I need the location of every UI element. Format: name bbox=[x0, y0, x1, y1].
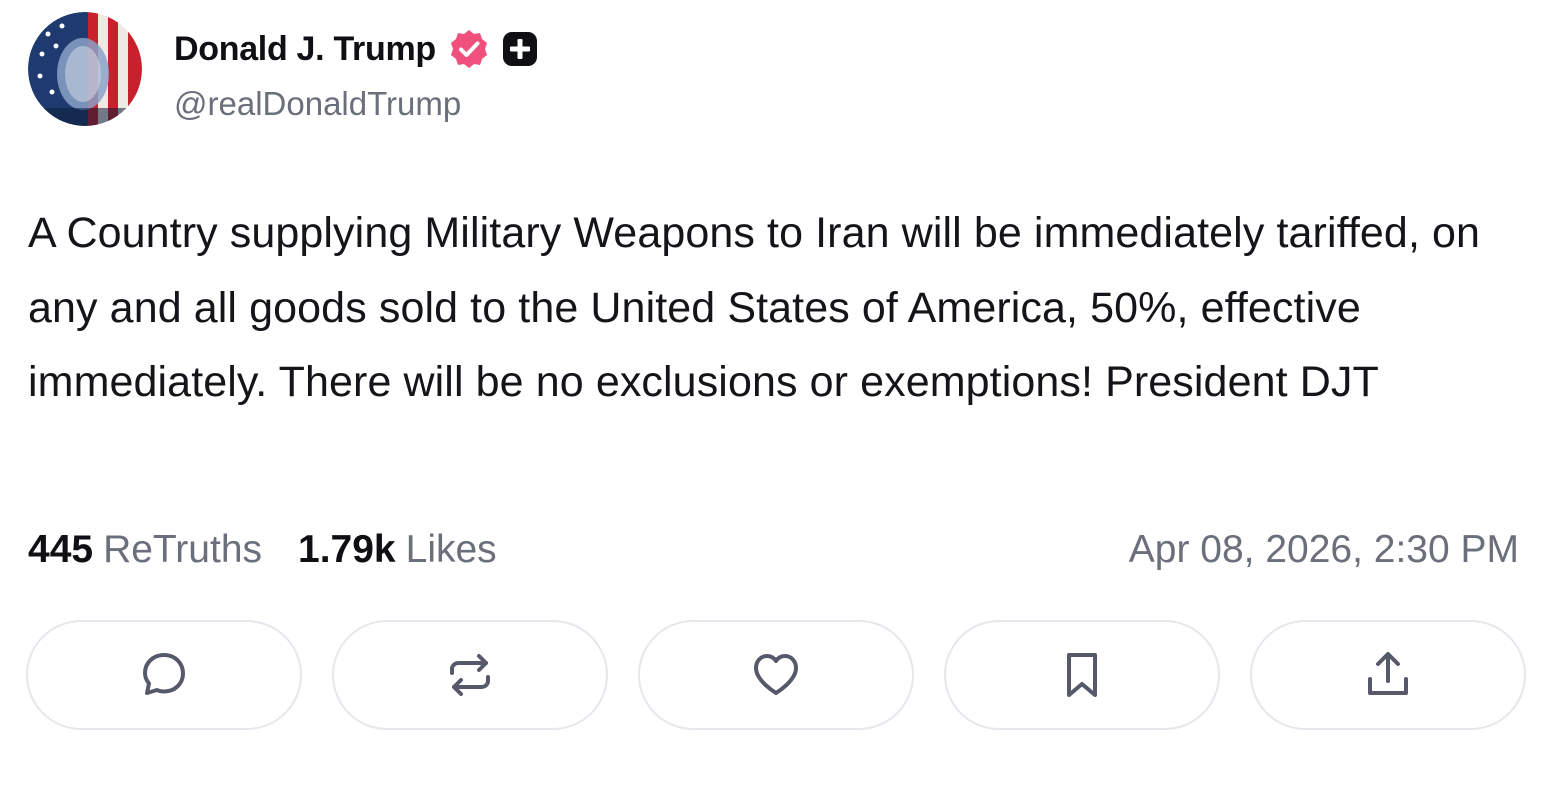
avatar[interactable] bbox=[28, 12, 142, 126]
post-timestamp[interactable]: Apr 08, 2026, 2:30 PM bbox=[1129, 528, 1519, 572]
plus-badge-icon bbox=[500, 29, 540, 69]
like-button[interactable] bbox=[638, 620, 914, 730]
likes-label: Likes bbox=[405, 528, 497, 571]
post-header: Donald J. Trump @realDonaldTrump bbox=[28, 12, 540, 126]
action-bar bbox=[26, 620, 1526, 734]
avatar-image bbox=[28, 12, 142, 126]
author-display-name[interactable]: Donald J. Trump bbox=[174, 26, 436, 72]
retruths-count: 445 bbox=[28, 528, 94, 571]
share-icon bbox=[1368, 652, 1408, 695]
name-row: Donald J. Trump bbox=[174, 26, 540, 72]
bookmark-icon bbox=[1067, 653, 1097, 697]
bookmark-button[interactable] bbox=[944, 620, 1220, 730]
comment-icon bbox=[143, 653, 185, 695]
repost-icon bbox=[450, 654, 490, 696]
verified-badge-icon bbox=[448, 28, 490, 70]
post-card: Donald J. Trump @realDonaldTrump A Count… bbox=[0, 0, 1551, 800]
post-text: A Country supplying Military Weapons to … bbox=[28, 209, 1481, 406]
retruth-button[interactable] bbox=[332, 620, 608, 730]
share-button[interactable] bbox=[1250, 620, 1526, 730]
likes-count: 1.79k bbox=[298, 528, 396, 571]
reply-button[interactable] bbox=[26, 620, 302, 730]
author-identity: Donald J. Trump @realDonaldTrump bbox=[174, 26, 540, 124]
retruths-stat[interactable]: 445 ReTruths bbox=[28, 528, 262, 572]
post-stats: 445 ReTruths 1.79k Likes Apr 08, 2026, 2… bbox=[28, 522, 1519, 578]
retruths-label: ReTruths bbox=[103, 528, 263, 571]
likes-stat[interactable]: 1.79k Likes bbox=[298, 528, 497, 572]
author-handle[interactable]: @realDonaldTrump bbox=[174, 84, 540, 124]
heart-icon bbox=[754, 654, 798, 695]
